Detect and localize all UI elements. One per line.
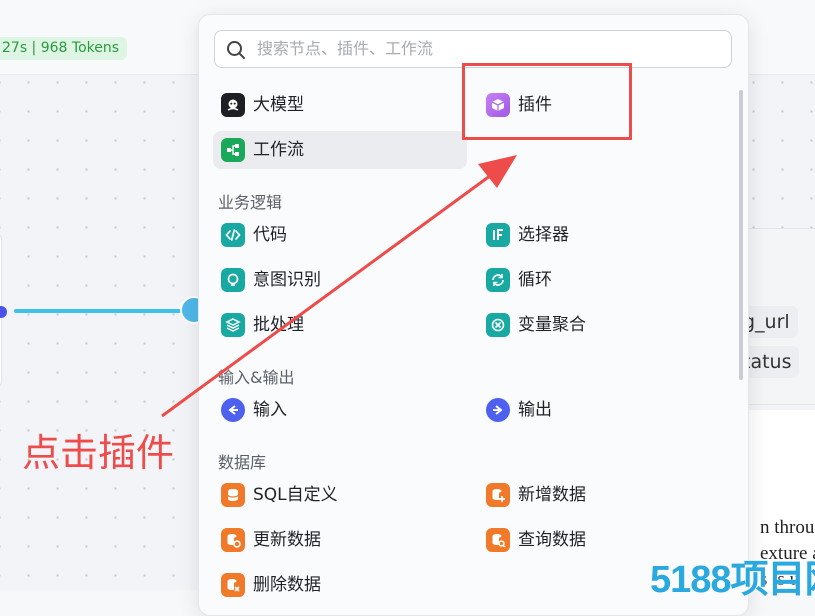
- node-item-input[interactable]: 输入: [213, 391, 467, 429]
- search-icon: [227, 41, 245, 59]
- output-icon: [486, 398, 510, 422]
- node-item-code[interactable]: 代码: [213, 216, 467, 254]
- section-title-database: 数据库: [218, 453, 267, 472]
- node-item-label: 批处理: [253, 315, 304, 335]
- node-item-db-update[interactable]: 更新数据: [213, 521, 467, 559]
- annotation-highlight-box: [462, 63, 632, 140]
- workflow-icon: [221, 138, 245, 162]
- node-item-llm[interactable]: 大模型: [213, 86, 467, 124]
- node-item-label: 查询数据: [518, 530, 586, 550]
- search-placeholder: 搜索节点、插件、工作流: [257, 39, 434, 58]
- db-add-icon: [486, 483, 510, 507]
- node-item-label: 更新数据: [253, 530, 321, 550]
- doc-text-line: n throug: [760, 517, 815, 538]
- node-item-label: 代码: [253, 225, 287, 245]
- node-item-label: SQL自定义: [253, 485, 338, 505]
- aggregate-icon: [486, 313, 510, 337]
- node-item-label: 选择器: [518, 225, 569, 245]
- connection-edge[interactable]: [14, 309, 184, 313]
- node-item-intent[interactable]: 意图识别: [213, 261, 467, 299]
- if-icon: [486, 223, 510, 247]
- site-watermark: 5188项目网: [650, 559, 815, 601]
- node-item-aggregate[interactable]: 变量聚合: [478, 306, 732, 344]
- node-item-label: 大模型: [253, 95, 304, 115]
- sql-icon: [221, 483, 245, 507]
- llm-icon: [221, 93, 245, 117]
- batch-icon: [221, 313, 245, 337]
- db-update-icon: [221, 528, 245, 552]
- node-item-loop[interactable]: 循环: [478, 261, 732, 299]
- node-item-label: 循环: [518, 270, 552, 290]
- node-item-label: 输入: [253, 400, 287, 420]
- node-item-label: 意图识别: [253, 270, 321, 290]
- scrollbar[interactable]: [739, 90, 743, 380]
- db-delete-icon: [221, 573, 245, 597]
- code-icon: [221, 223, 245, 247]
- intent-icon: [221, 268, 245, 292]
- node-item-label: 变量聚合: [518, 315, 586, 335]
- node-item-sql[interactable]: SQL自定义: [213, 476, 467, 514]
- node-item-label: 新增数据: [518, 485, 586, 505]
- node-item-workflow[interactable]: 工作流: [213, 131, 467, 169]
- node-item-output[interactable]: 输出: [478, 391, 732, 429]
- run-stats-badge: 27s | 968 Tokens: [0, 37, 128, 60]
- loop-icon: [486, 268, 510, 292]
- node-item-label: 工作流: [253, 140, 304, 160]
- node-item-db-add[interactable]: 新增数据: [478, 476, 732, 514]
- db-query-icon: [486, 528, 510, 552]
- section-title-io: 输入&输出: [218, 368, 295, 387]
- node-item-batch[interactable]: 批处理: [213, 306, 467, 344]
- input-icon: [221, 398, 245, 422]
- node-item-selector[interactable]: 选择器: [478, 216, 732, 254]
- node-item-label: 输出: [518, 400, 552, 420]
- node-item-db-delete[interactable]: 删除数据: [213, 566, 467, 604]
- node-item-label: 删除数据: [253, 575, 321, 595]
- annotation-text: 点击插件: [22, 431, 175, 475]
- section-title-logic: 业务逻辑: [218, 193, 283, 212]
